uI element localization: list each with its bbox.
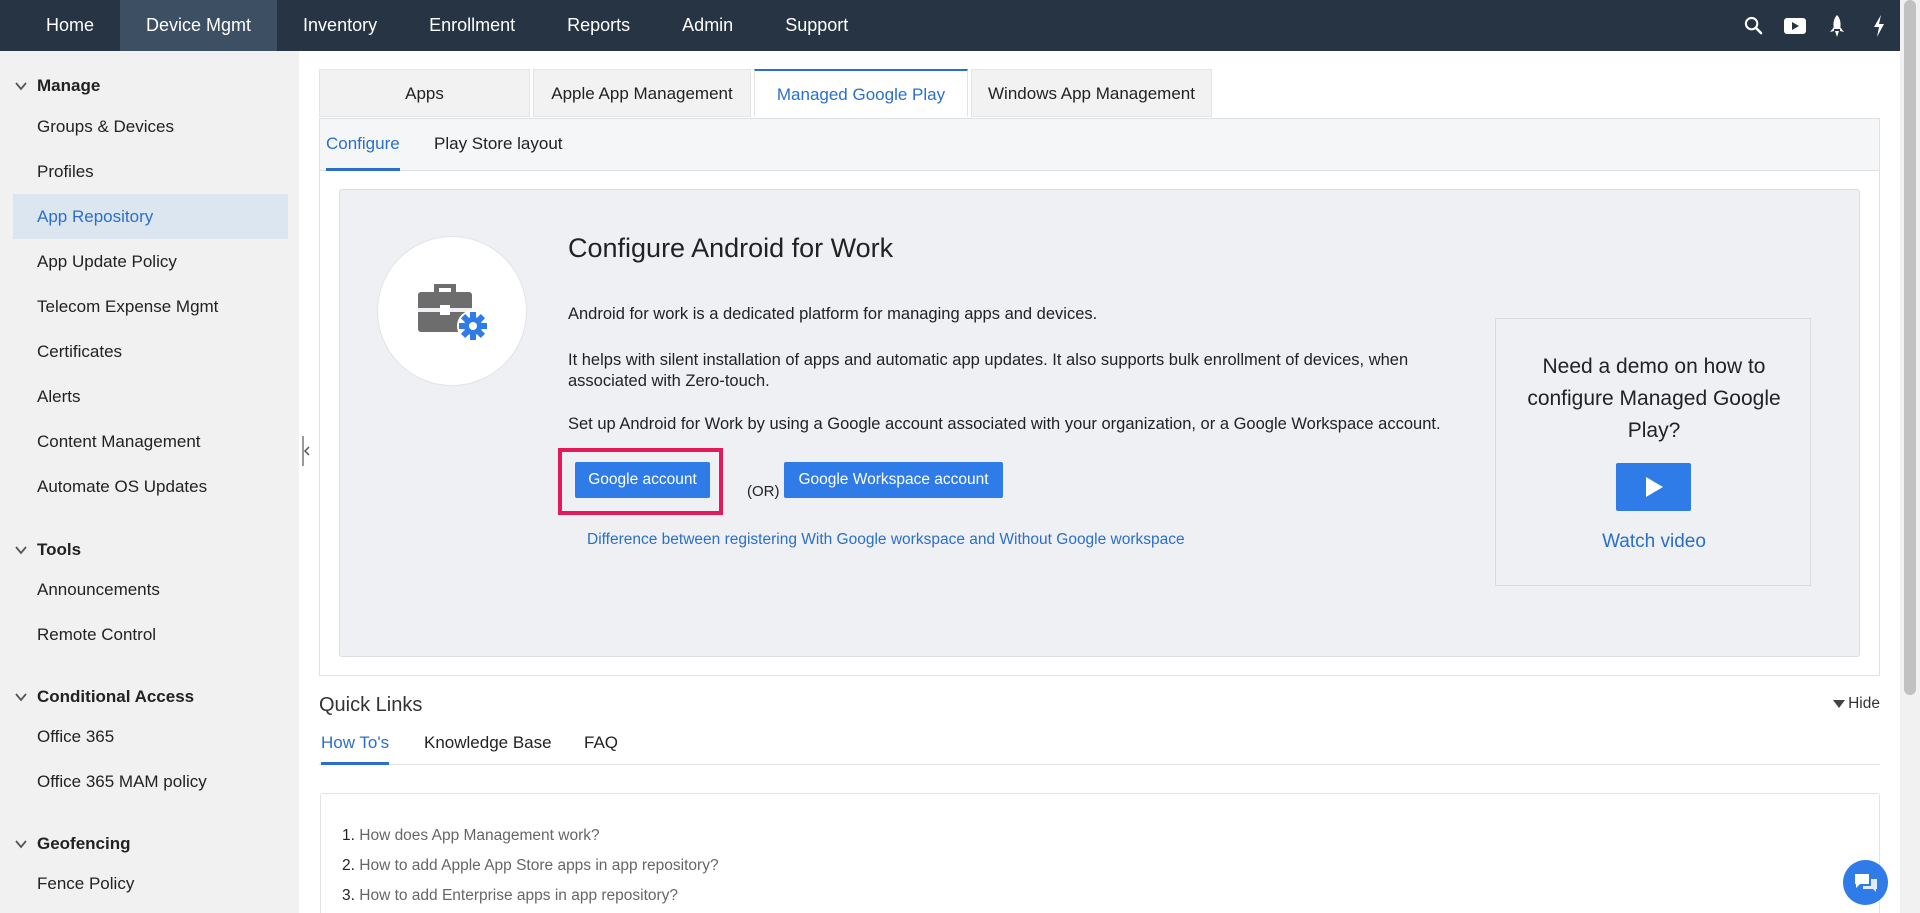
quick-links-tabs: How To's Knowledge Base FAQ bbox=[319, 721, 1880, 765]
page-scrollbar[interactable] bbox=[1900, 0, 1920, 913]
nav-icons bbox=[1732, 0, 1900, 51]
tab-faq[interactable]: FAQ bbox=[584, 721, 618, 765]
sidebar-item-office-365-mam[interactable]: Office 365 MAM policy bbox=[13, 759, 288, 804]
sidebar-item-groups-devices[interactable]: Groups & Devices bbox=[13, 104, 288, 149]
hide-label: Hide bbox=[1848, 695, 1880, 712]
caret-down-icon bbox=[1833, 700, 1846, 708]
sidebar-item-remote-control[interactable]: Remote Control bbox=[13, 612, 288, 657]
chevron-down-icon bbox=[15, 840, 27, 849]
hide-quick-links-button[interactable]: Hide bbox=[1833, 695, 1880, 713]
tab-apps[interactable]: Apps bbox=[319, 69, 530, 117]
chevron-down-icon bbox=[15, 693, 27, 702]
configure-description-1: Android for work is a dedicated platform… bbox=[568, 305, 1098, 323]
list-number: 2. bbox=[342, 857, 355, 874]
or-text: (OR) bbox=[747, 483, 780, 500]
sidebar-item-telecom-expense[interactable]: Telecom Expense Mgmt bbox=[13, 284, 288, 329]
sidebar-item-office-365[interactable]: Office 365 bbox=[13, 714, 288, 759]
section-title: Tools bbox=[37, 540, 82, 559]
sidebar-item-content-management[interactable]: Content Management bbox=[13, 419, 288, 464]
sidebar-item-profiles[interactable]: Profiles bbox=[13, 149, 288, 194]
subtab-play-store-layout[interactable]: Play Store layout bbox=[434, 119, 563, 171]
tab-managed-google-play[interactable]: Managed Google Play bbox=[754, 69, 968, 117]
nav-inventory[interactable]: Inventory bbox=[277, 0, 403, 51]
nav-device-mgmt[interactable]: Device Mgmt bbox=[120, 0, 278, 51]
sidebar-section-tools[interactable]: Tools bbox=[14, 540, 81, 560]
list-number: 3. bbox=[342, 887, 355, 904]
chevron-down-icon bbox=[15, 82, 27, 91]
search-icon[interactable] bbox=[1732, 0, 1774, 51]
how-to-link[interactable]: How to add Apple App Store apps in app r… bbox=[359, 857, 718, 874]
sidebar-item-fence-policy[interactable]: Fence Policy bbox=[13, 861, 288, 906]
sidebar-section-conditional-access[interactable]: Conditional Access bbox=[14, 687, 194, 707]
play-video-button[interactable] bbox=[1616, 463, 1691, 511]
quick-links-title: Quick Links bbox=[319, 694, 423, 716]
google-workspace-account-button[interactable]: Google Workspace account bbox=[784, 462, 1003, 498]
configure-description-3: Set up Android for Work by using a Googl… bbox=[568, 415, 1441, 433]
list-item: 1. How does App Management work? bbox=[342, 827, 600, 845]
google-account-button[interactable]: Google account bbox=[575, 462, 710, 498]
scrollbar-thumb[interactable] bbox=[1904, 0, 1916, 695]
sidebar-item-alerts[interactable]: Alerts bbox=[13, 374, 288, 419]
sidebar-item-app-repository[interactable]: App Repository bbox=[13, 194, 288, 239]
chevron-down-icon bbox=[15, 546, 27, 555]
sidebar-section-manage[interactable]: Manage bbox=[14, 76, 100, 96]
list-item: 3. How to add Enterprise apps in app rep… bbox=[342, 887, 678, 905]
chat-icon bbox=[1854, 873, 1877, 892]
managed-google-play-panel: Configure Play Store layout Configure An… bbox=[319, 118, 1880, 676]
sidebar-item-announcements[interactable]: Announcements bbox=[13, 567, 288, 612]
sidebar: Manage Groups & Devices Profiles App Rep… bbox=[0, 51, 299, 913]
configure-card: Configure Android for Work Android for w… bbox=[339, 189, 1860, 657]
demo-card: Need a demo on how to configure Managed … bbox=[1495, 318, 1811, 586]
tab-knowledge-base[interactable]: Knowledge Base bbox=[424, 721, 552, 765]
subtab-configure[interactable]: Configure bbox=[326, 119, 400, 171]
sidebar-item-certificates[interactable]: Certificates bbox=[13, 329, 288, 374]
bolt-icon[interactable] bbox=[1858, 0, 1900, 51]
top-nav-bar: Home Device Mgmt Inventory Enrollment Re… bbox=[0, 0, 1900, 51]
sidebar-item-automate-os-updates[interactable]: Automate OS Updates bbox=[13, 464, 288, 509]
sidebar-item-app-update-policy[interactable]: App Update Policy bbox=[13, 239, 288, 284]
tab-how-tos[interactable]: How To's bbox=[321, 721, 390, 765]
nav-home[interactable]: Home bbox=[0, 0, 120, 51]
how-to-link[interactable]: How does App Management work? bbox=[359, 827, 599, 844]
watch-video-link[interactable]: Watch video bbox=[1496, 531, 1812, 553]
how-to-list: 1. How does App Management work? 2. How … bbox=[320, 793, 1880, 913]
nav-support[interactable]: Support bbox=[759, 0, 874, 51]
nav-reports[interactable]: Reports bbox=[541, 0, 656, 51]
nav-admin[interactable]: Admin bbox=[656, 0, 759, 51]
sidebar-section-geofencing[interactable]: Geofencing bbox=[14, 834, 131, 854]
configure-description-2: It helps with silent installation of app… bbox=[568, 351, 1409, 390]
difference-link[interactable]: Difference between registering With Goog… bbox=[587, 531, 1185, 549]
youtube-icon[interactable] bbox=[1774, 0, 1816, 51]
section-title: Manage bbox=[37, 76, 101, 95]
configure-title: Configure Android for Work bbox=[568, 233, 894, 263]
tab-apple-app-management[interactable]: Apple App Management bbox=[533, 69, 751, 117]
nav-enrollment[interactable]: Enrollment bbox=[403, 0, 541, 51]
play-icon bbox=[1645, 477, 1663, 497]
list-item: 2. How to add Apple App Store apps in ap… bbox=[342, 857, 719, 875]
app-tabs: Apps Apple App Management Managed Google… bbox=[319, 69, 1215, 117]
tab-windows-app-management[interactable]: Windows App Management bbox=[971, 69, 1212, 117]
subtab-bar: Configure Play Store layout bbox=[320, 119, 1879, 171]
sidebar-collapse-handle[interactable] bbox=[301, 436, 311, 466]
list-number: 1. bbox=[342, 827, 355, 844]
chat-button[interactable] bbox=[1843, 860, 1888, 905]
section-title: Conditional Access bbox=[37, 687, 195, 706]
demo-text: Need a demo on how to configure Managed … bbox=[1527, 355, 1781, 442]
briefcase-gear-icon bbox=[377, 236, 527, 386]
how-to-link[interactable]: How to add Enterprise apps in app reposi… bbox=[359, 887, 678, 904]
rocket-icon[interactable] bbox=[1816, 0, 1858, 51]
section-title: Geofencing bbox=[37, 834, 131, 853]
